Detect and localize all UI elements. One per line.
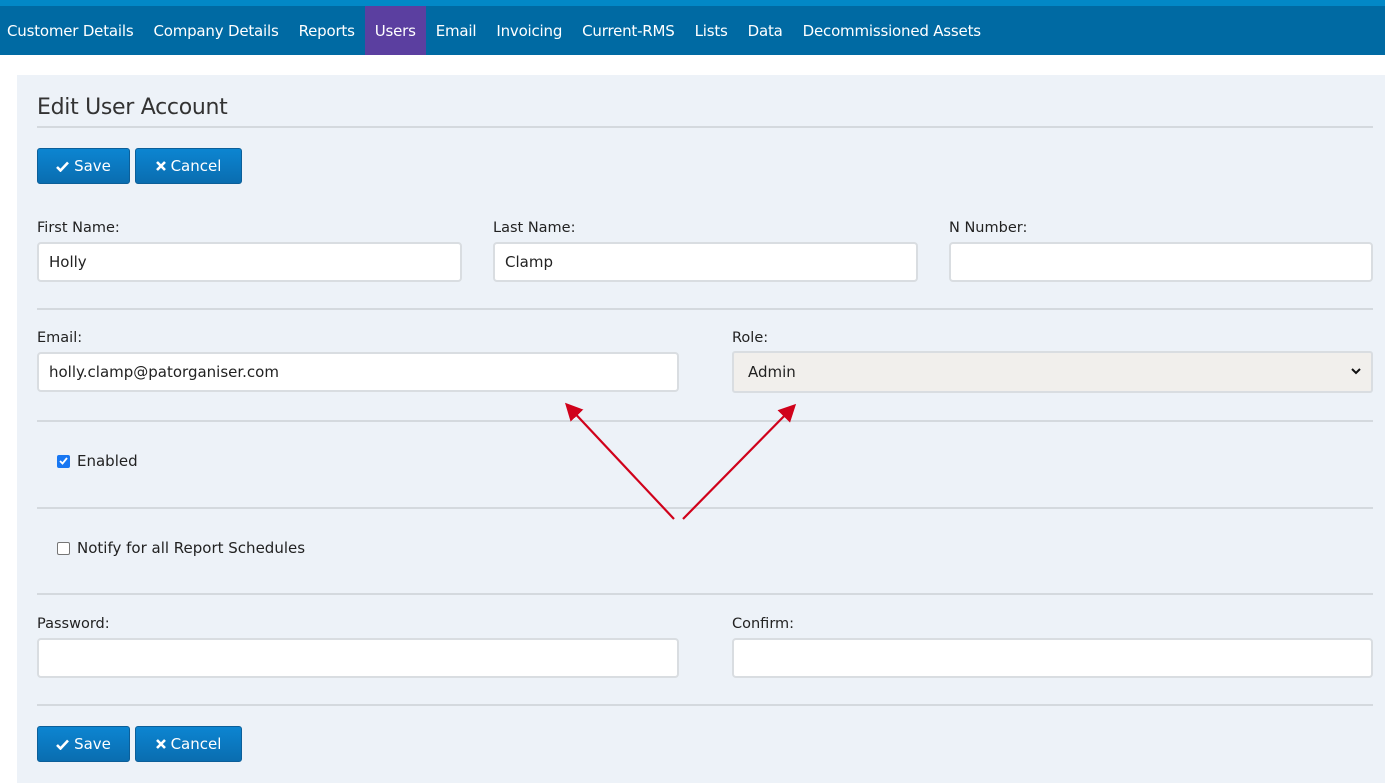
main-nav: Customer Details Company Details Reports…: [0, 6, 1385, 55]
divider: [37, 507, 1373, 509]
n-number-input[interactable]: [949, 242, 1373, 282]
nav-current-rms[interactable]: Current-RMS: [572, 6, 684, 55]
save-button-label: Save: [74, 157, 111, 175]
password-input[interactable]: [37, 638, 679, 678]
checkbox-unchecked-icon: [57, 541, 70, 555]
nav-decommissioned-assets[interactable]: Decommissioned Assets: [793, 6, 991, 55]
check-icon: [56, 161, 70, 172]
nav-lists[interactable]: Lists: [685, 6, 738, 55]
divider: [37, 126, 1373, 128]
divider: [37, 420, 1373, 422]
divider: [37, 593, 1373, 595]
nav-customer-details[interactable]: Customer Details: [0, 6, 143, 55]
edit-user-panel: Edit User Account Save Cancel First Name…: [17, 75, 1385, 783]
cancel-button-label: Cancel: [170, 735, 222, 753]
x-icon: [155, 161, 166, 171]
checkbox-checked-icon: [57, 454, 70, 468]
role-label: Role:: [732, 330, 769, 346]
chevron-down-icon: [1351, 368, 1361, 375]
divider: [37, 704, 1373, 706]
nav-data[interactable]: Data: [738, 6, 793, 55]
nav-reports[interactable]: Reports: [289, 6, 365, 55]
nav-invoicing[interactable]: Invoicing: [486, 6, 572, 55]
notify-checkbox[interactable]: Notify for all Report Schedules: [57, 539, 305, 557]
check-icon: [56, 739, 70, 750]
enabled-checkbox[interactable]: Enabled: [57, 452, 138, 470]
save-button-top[interactable]: Save: [37, 148, 130, 184]
role-selected-value: Admin: [748, 363, 796, 381]
x-icon: [155, 739, 166, 749]
cancel-button-label: Cancel: [170, 157, 222, 175]
role-select[interactable]: Admin: [732, 351, 1373, 393]
divider: [37, 308, 1373, 310]
cancel-button-top[interactable]: Cancel: [135, 148, 242, 184]
notify-label: Notify for all Report Schedules: [77, 539, 306, 557]
save-button-bottom[interactable]: Save: [37, 726, 130, 762]
confirm-label: Confirm:: [732, 616, 795, 632]
n-number-label: N Number:: [949, 220, 1028, 236]
last-name-label: Last Name:: [493, 220, 576, 236]
page-title: Edit User Account: [37, 95, 228, 120]
first-name-label: First Name:: [37, 220, 120, 236]
cancel-button-bottom[interactable]: Cancel: [135, 726, 242, 762]
nav-company-details[interactable]: Company Details: [143, 6, 288, 55]
save-button-label: Save: [74, 735, 111, 753]
password-label: Password:: [37, 616, 110, 632]
nav-email[interactable]: Email: [426, 6, 487, 55]
last-name-input[interactable]: [493, 242, 918, 282]
enabled-label: Enabled: [77, 452, 138, 470]
email-input[interactable]: [37, 352, 679, 392]
nav-users[interactable]: Users: [364, 6, 426, 55]
first-name-input[interactable]: [37, 242, 462, 282]
email-label: Email:: [37, 330, 83, 346]
confirm-password-input[interactable]: [732, 638, 1373, 678]
